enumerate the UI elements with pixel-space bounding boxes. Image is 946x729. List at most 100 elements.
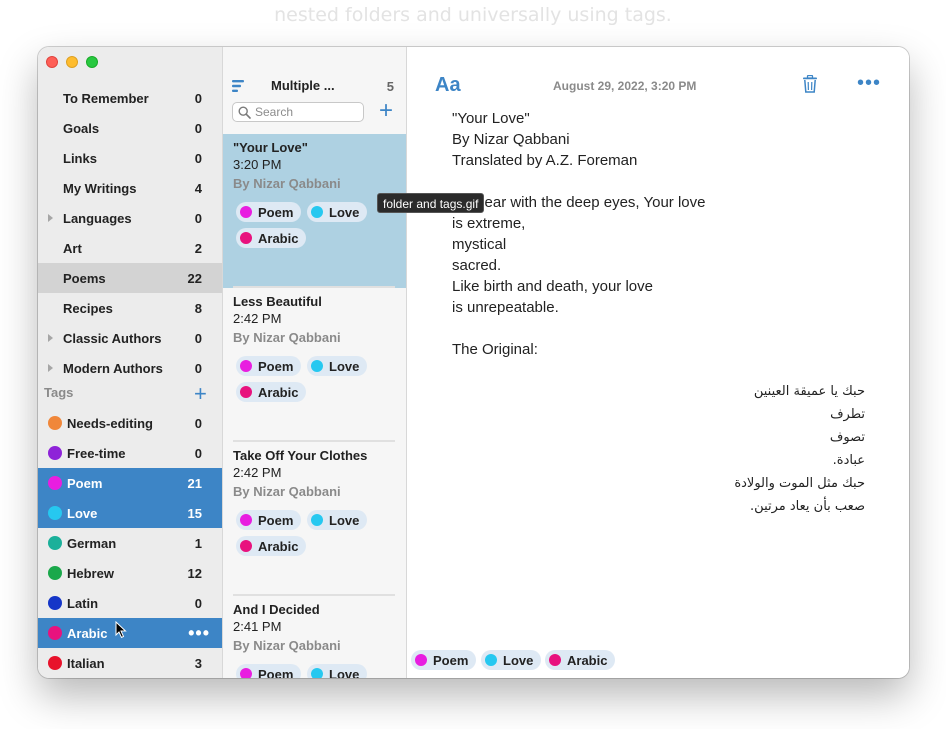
tag-item-free-time[interactable]: Free-time 0 bbox=[38, 438, 222, 468]
note-title: "Your Love" bbox=[233, 140, 308, 155]
arabic-line: حبك مثل الموت والولادة bbox=[734, 476, 865, 491]
arabic-text[interactable]: حبك يا عميقة العينين تطرف تصوف عبادة. حبك مث… bbox=[734, 380, 865, 518]
note-list-count: 5 bbox=[386, 79, 394, 94]
more-icon[interactable]: ••• bbox=[188, 623, 210, 644]
sidebar-item-label: To Remember bbox=[63, 90, 149, 106]
note-list-header: Multiple ... 5 bbox=[223, 77, 406, 97]
tag-chip-arabic[interactable]: Arabic bbox=[236, 228, 307, 248]
tag-chip-poem[interactable]: Poem bbox=[236, 202, 302, 222]
tag-chip-poem[interactable]: Poem bbox=[411, 650, 477, 670]
tag-color-dot bbox=[311, 360, 323, 372]
tag-color-dot bbox=[240, 514, 252, 526]
tag-item-needs-editing[interactable]: Needs-editing 0 bbox=[38, 408, 222, 438]
note-title: Take Off Your Clothes bbox=[233, 448, 368, 463]
caption-text: nested folders and universally using tag… bbox=[274, 4, 672, 26]
sidebar-item-count: 0 bbox=[194, 90, 202, 106]
note-snippet: By Nizar Qabbani bbox=[233, 330, 341, 345]
tag-color-dot bbox=[240, 360, 252, 372]
tag-chip-label: Love bbox=[329, 204, 360, 220]
tag-item-label: Latin bbox=[67, 595, 99, 611]
tag-chip-poem[interactable]: Poem bbox=[236, 510, 302, 530]
minimize-button[interactable] bbox=[66, 56, 78, 68]
zoom-button[interactable] bbox=[86, 56, 98, 68]
tag-color-dot bbox=[48, 416, 62, 430]
tag-chip-love[interactable]: Love bbox=[481, 650, 542, 670]
disclosure-triangle-icon[interactable] bbox=[48, 334, 53, 342]
note-body[interactable]: "Your Love" By Nizar Qabbani Translated by… bbox=[452, 108, 706, 360]
sidebar-item-poems[interactable]: Poems 22 bbox=[38, 263, 222, 293]
tag-item-count: 0 bbox=[194, 445, 202, 461]
tag-color-dot bbox=[48, 626, 62, 640]
tag-item-poem[interactable]: Poem 21 bbox=[38, 468, 222, 498]
note-card[interactable]: Take Off Your Clothes 2:42 PM By Nizar Qab… bbox=[223, 442, 406, 596]
tag-color-dot bbox=[485, 654, 497, 666]
note-body-line bbox=[452, 318, 706, 339]
trash-icon[interactable] bbox=[802, 75, 818, 93]
sidebar-item-count: 4 bbox=[194, 180, 202, 196]
tag-chip-love[interactable]: Love bbox=[307, 664, 368, 678]
note-body-line: sacred. bbox=[452, 257, 502, 274]
sidebar-item-to-remember[interactable]: To Remember 0 bbox=[38, 83, 222, 113]
tag-item-count: 15 bbox=[187, 505, 202, 521]
new-note-button[interactable]: + bbox=[379, 99, 393, 123]
search-input[interactable] bbox=[255, 104, 359, 120]
tag-item-label: Poem bbox=[67, 475, 103, 491]
tag-item-love[interactable]: Love 15 bbox=[38, 498, 222, 528]
note-date: August 29, 2022, 3:20 PM bbox=[553, 79, 697, 93]
sidebar-item-label: My Writings bbox=[63, 180, 137, 196]
tag-chip-poem[interactable]: Poem bbox=[236, 356, 302, 376]
tag-item-german[interactable]: German 1 bbox=[38, 528, 222, 558]
tag-item-hebrew[interactable]: Hebrew 12 bbox=[38, 558, 222, 588]
disclosure-triangle-icon[interactable] bbox=[48, 214, 53, 222]
note-card[interactable]: And I Decided 2:41 PM By Nizar Qabbani Poem… bbox=[223, 596, 406, 678]
sidebar-item-count: 0 bbox=[194, 150, 202, 166]
note-time: 2:42 PM bbox=[233, 311, 282, 326]
tag-item-italian[interactable]: Italian 3 bbox=[38, 648, 222, 678]
note-body-line: mystical bbox=[452, 236, 507, 253]
sidebar-item-my-writings[interactable]: My Writings 4 bbox=[38, 173, 222, 203]
tag-chip-label: Poem bbox=[433, 652, 469, 668]
tag-chip-label: Love bbox=[329, 358, 360, 374]
tag-color-dot bbox=[48, 506, 62, 520]
tag-chip-love[interactable]: Love bbox=[307, 510, 368, 530]
disclosure-triangle-icon[interactable] bbox=[48, 364, 53, 372]
tags-header: Tags bbox=[44, 385, 74, 400]
tag-color-dot bbox=[48, 656, 62, 670]
tag-color-dot bbox=[240, 540, 252, 552]
search-field[interactable] bbox=[232, 102, 364, 122]
tag-chip-label: Poem bbox=[258, 512, 294, 528]
tag-chip-arabic[interactable]: Arabic bbox=[545, 650, 616, 670]
sidebar-item-classic-authors[interactable]: Classic Authors 0 bbox=[38, 323, 222, 353]
sidebar-item-label: Poems bbox=[63, 270, 106, 286]
note-title: Less Beautiful bbox=[233, 294, 322, 309]
sidebar-item-art[interactable]: Art 2 bbox=[38, 233, 222, 263]
sidebar-item-goals[interactable]: Goals 0 bbox=[38, 113, 222, 143]
more-options-button[interactable]: ••• bbox=[857, 72, 881, 95]
sidebar-item-languages[interactable]: Languages 0 bbox=[38, 203, 222, 233]
tag-item-arabic[interactable]: Arabic ••• bbox=[38, 618, 222, 648]
tag-item-count: 1 bbox=[194, 535, 202, 551]
tag-item-count: 21 bbox=[187, 475, 202, 491]
arabic-line: صعب بأن يعاد مرتين. bbox=[750, 499, 865, 514]
sidebar-item-recipes[interactable]: Recipes 8 bbox=[38, 293, 222, 323]
close-button[interactable] bbox=[46, 56, 58, 68]
tag-chip-love[interactable]: Love bbox=[307, 202, 368, 222]
tag-chip-label: Arabic bbox=[258, 538, 299, 554]
tag-chip-poem[interactable]: Poem bbox=[236, 664, 302, 678]
sort-icon[interactable] bbox=[232, 79, 246, 93]
tag-chip-arabic[interactable]: Arabic bbox=[236, 382, 307, 402]
font-settings-button[interactable]: Aa bbox=[435, 74, 461, 97]
sidebar-item-label: Art bbox=[63, 240, 82, 256]
tag-color-dot bbox=[311, 206, 323, 218]
tag-color-dot bbox=[311, 668, 323, 678]
sidebar-item-modern-authors[interactable]: Modern Authors 0 bbox=[38, 353, 222, 383]
tag-item-latin[interactable]: Latin 0 bbox=[38, 588, 222, 618]
note-card[interactable]: Less Beautiful 2:42 PM By Nizar Qabbani Poe… bbox=[223, 288, 406, 442]
tag-chip-love[interactable]: Love bbox=[307, 356, 368, 376]
sidebar-item-links[interactable]: Links 0 bbox=[38, 143, 222, 173]
tag-item-label: Hebrew bbox=[67, 565, 114, 581]
tag-color-dot bbox=[48, 476, 62, 490]
add-tag-button[interactable]: + bbox=[194, 383, 207, 405]
tag-chip-arabic[interactable]: Arabic bbox=[236, 536, 307, 556]
tag-chip-label: Arabic bbox=[567, 652, 608, 668]
